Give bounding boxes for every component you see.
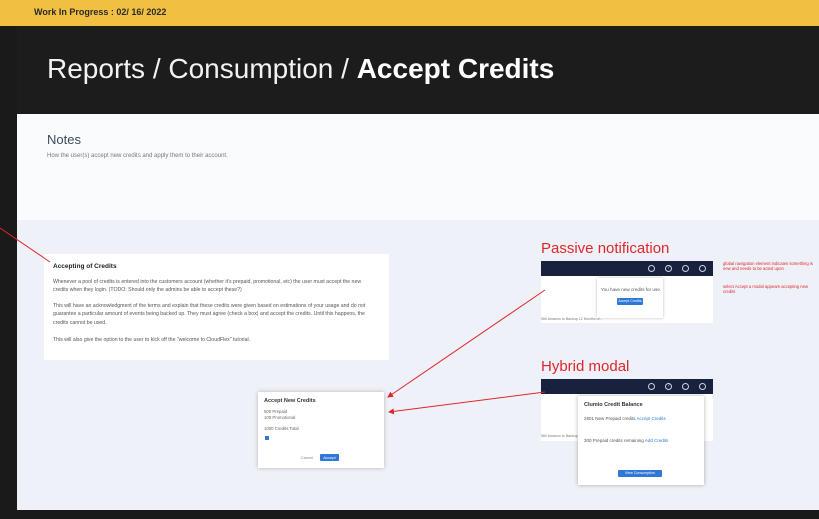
annotation-arrows: [0, 227, 546, 415]
arrow-passive: [387, 289, 546, 398]
arrow-hybrid: [388, 391, 546, 415]
arrow-left: [0, 227, 51, 263]
